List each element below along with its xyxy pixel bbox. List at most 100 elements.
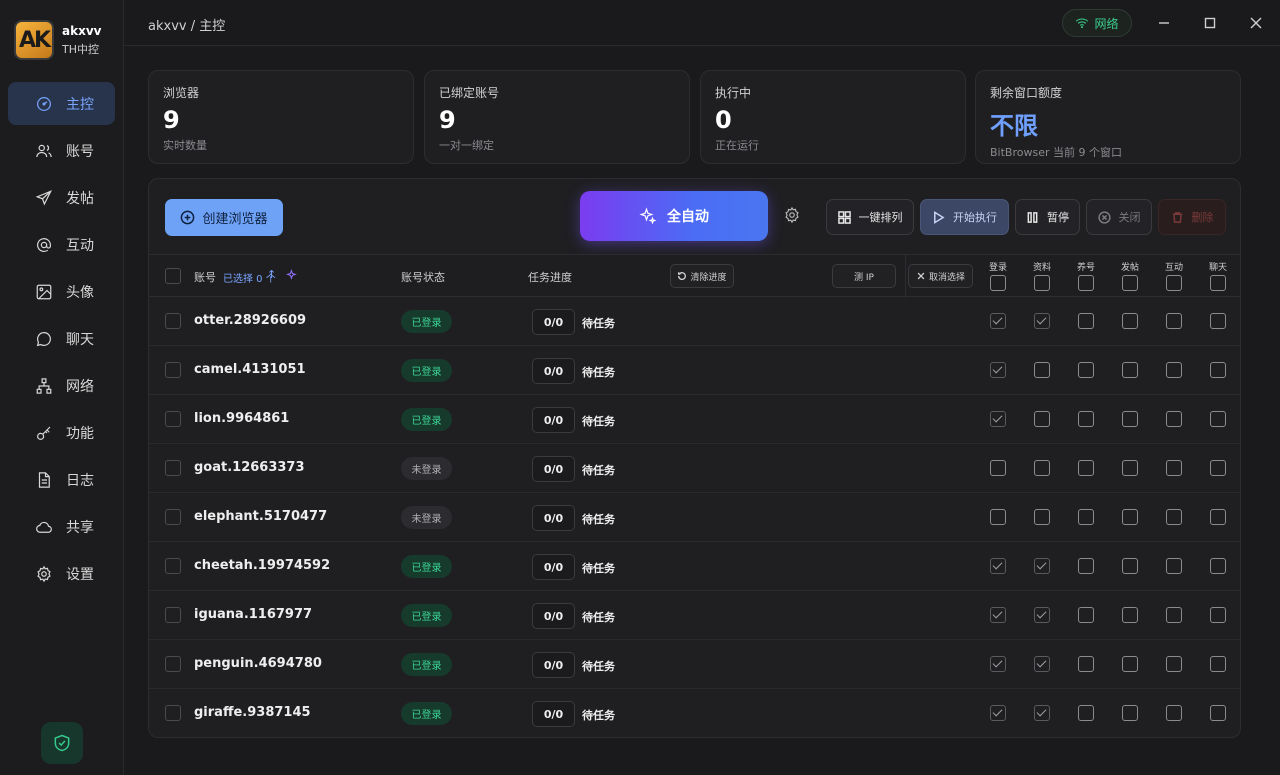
task-checkbox[interactable]: [1166, 411, 1182, 427]
task-checkbox[interactable]: [1122, 607, 1138, 623]
task-checkbox[interactable]: [1166, 705, 1182, 721]
table-row[interactable]: elephant.5170477 未登录 0/0 待任务: [149, 493, 1240, 542]
row-select-checkbox[interactable]: [165, 705, 181, 721]
task-checkbox[interactable]: [990, 558, 1006, 574]
full-auto-button[interactable]: 全自动: [580, 191, 768, 241]
task-checkbox[interactable]: [1122, 705, 1138, 721]
task-checkbox[interactable]: [1210, 607, 1226, 623]
sidebar-item-9[interactable]: 共享: [8, 505, 115, 548]
task-checkbox[interactable]: [990, 656, 1006, 672]
task-checkbox[interactable]: [1078, 460, 1094, 476]
table-row[interactable]: otter.28926609 已登录 0/0 待任务: [149, 297, 1240, 346]
security-button[interactable]: [41, 722, 83, 764]
task-column-select-all-checkbox[interactable]: [990, 275, 1006, 291]
task-checkbox[interactable]: [1078, 558, 1094, 574]
sidebar-item-3[interactable]: 互动: [8, 223, 115, 266]
task-checkbox[interactable]: [1166, 656, 1182, 672]
sidebar-item-8[interactable]: 日志: [8, 458, 115, 501]
network-status-button[interactable]: 网络: [1062, 9, 1132, 37]
task-checkbox[interactable]: [1034, 509, 1050, 525]
task-checkbox[interactable]: [1034, 558, 1050, 574]
task-checkbox[interactable]: [1210, 411, 1226, 427]
task-checkbox[interactable]: [1166, 509, 1182, 525]
test-ip-button[interactable]: 测 IP: [832, 264, 896, 288]
task-checkbox[interactable]: [1078, 509, 1094, 525]
row-select-checkbox[interactable]: [165, 509, 181, 525]
table-row[interactable]: giraffe.9387145 已登录 0/0 待任务: [149, 689, 1240, 737]
task-checkbox[interactable]: [1166, 313, 1182, 329]
task-checkbox[interactable]: [1034, 411, 1050, 427]
table-row[interactable]: penguin.4694780 已登录 0/0 待任务: [149, 640, 1240, 689]
task-checkbox[interactable]: [1210, 362, 1226, 378]
table-row[interactable]: cheetah.19974592 已登录 0/0 待任务: [149, 542, 1240, 591]
task-checkbox[interactable]: [1078, 705, 1094, 721]
task-checkbox[interactable]: [1210, 656, 1226, 672]
create-browser-button[interactable]: 创建浏览器: [165, 199, 283, 236]
task-checkbox[interactable]: [1122, 460, 1138, 476]
task-checkbox[interactable]: [1078, 607, 1094, 623]
row-select-checkbox[interactable]: [165, 411, 181, 427]
row-select-checkbox[interactable]: [165, 362, 181, 378]
sidebar-item-4[interactable]: 头像: [8, 270, 115, 313]
maximize-button[interactable]: [1200, 13, 1220, 33]
task-checkbox[interactable]: [990, 509, 1006, 525]
task-checkbox[interactable]: [1078, 411, 1094, 427]
task-checkbox[interactable]: [990, 607, 1006, 623]
task-checkbox[interactable]: [990, 705, 1006, 721]
task-checkbox[interactable]: [1034, 705, 1050, 721]
table-row[interactable]: camel.4131051 已登录 0/0 待任务: [149, 346, 1240, 395]
sidebar-item-1[interactable]: 账号: [8, 129, 115, 172]
task-checkbox[interactable]: [1034, 313, 1050, 329]
close-window-button[interactable]: [1246, 13, 1266, 33]
arrange-button[interactable]: 一键排列: [826, 199, 914, 235]
task-checkbox[interactable]: [1122, 656, 1138, 672]
row-select-checkbox[interactable]: [165, 558, 181, 574]
close-browser-button[interactable]: 关闭: [1086, 199, 1152, 235]
task-checkbox[interactable]: [1210, 558, 1226, 574]
magic-select-icon[interactable]: [286, 269, 299, 282]
task-checkbox[interactable]: [1034, 460, 1050, 476]
task-checkbox[interactable]: [1078, 362, 1094, 378]
task-checkbox[interactable]: [990, 362, 1006, 378]
task-column-select-all-checkbox[interactable]: [1210, 275, 1226, 291]
task-checkbox[interactable]: [1122, 509, 1138, 525]
task-checkbox[interactable]: [990, 313, 1006, 329]
task-checkbox[interactable]: [1166, 558, 1182, 574]
pause-button[interactable]: 暂停: [1015, 199, 1080, 235]
table-row[interactable]: goat.12663373 未登录 0/0 待任务: [149, 444, 1240, 493]
row-select-checkbox[interactable]: [165, 656, 181, 672]
task-checkbox[interactable]: [1166, 460, 1182, 476]
task-checkbox[interactable]: [1034, 656, 1050, 672]
task-checkbox[interactable]: [1122, 411, 1138, 427]
task-checkbox[interactable]: [1210, 460, 1226, 476]
task-checkbox[interactable]: [1210, 509, 1226, 525]
auto-settings-button[interactable]: [783, 206, 803, 226]
task-column-select-all-checkbox[interactable]: [1078, 275, 1094, 291]
sidebar-item-7[interactable]: 功能: [8, 411, 115, 454]
task-checkbox[interactable]: [1078, 313, 1094, 329]
task-column-select-all-checkbox[interactable]: [1166, 275, 1182, 291]
cancel-selection-button[interactable]: 取消选择: [908, 264, 973, 288]
sidebar-item-6[interactable]: 网络: [8, 364, 115, 407]
sidebar-item-0[interactable]: 主控: [8, 82, 115, 125]
sidebar-item-5[interactable]: 聊天: [8, 317, 115, 360]
row-select-checkbox[interactable]: [165, 313, 181, 329]
minimize-button[interactable]: [1154, 13, 1174, 33]
row-select-checkbox[interactable]: [165, 460, 181, 476]
task-checkbox[interactable]: [990, 411, 1006, 427]
task-checkbox[interactable]: [1122, 558, 1138, 574]
task-checkbox[interactable]: [1166, 607, 1182, 623]
select-all-checkbox[interactable]: [165, 268, 181, 284]
task-column-select-all-checkbox[interactable]: [1122, 275, 1138, 291]
table-row[interactable]: iguana.1167977 已登录 0/0 待任务: [149, 591, 1240, 640]
row-select-checkbox[interactable]: [165, 607, 181, 623]
task-checkbox[interactable]: [1034, 607, 1050, 623]
table-row[interactable]: lion.9964861 已登录 0/0 待任务: [149, 395, 1240, 444]
task-checkbox[interactable]: [1034, 362, 1050, 378]
sort-arrow-icon[interactable]: ↑: [267, 268, 276, 281]
task-checkbox[interactable]: [1210, 313, 1226, 329]
sidebar-item-2[interactable]: 发帖: [8, 176, 115, 219]
task-checkbox[interactable]: [1122, 313, 1138, 329]
sidebar-item-10[interactable]: 设置: [8, 552, 115, 595]
clear-progress-button[interactable]: 清除进度: [670, 264, 734, 288]
